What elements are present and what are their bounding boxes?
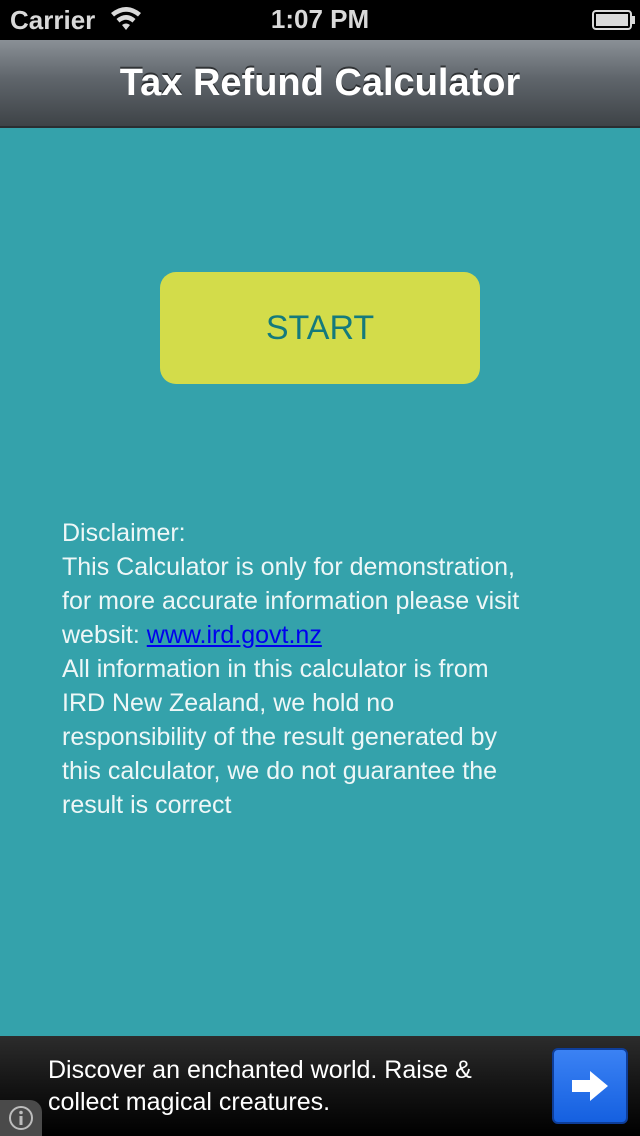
disclaimer-line: All information in this calculator is fr… [62, 655, 489, 683]
disclaimer-line: result is correct [62, 791, 232, 819]
disclaimer-link-prefix: websit: [62, 621, 147, 649]
status-time: 1:07 PM [270, 4, 370, 34]
disclaimer-line: responsibility of the result generated b… [62, 723, 497, 751]
ad-text-line: collect magical creatures. [48, 1088, 331, 1116]
disclaimer-line: this calculator, we do not guarantee the [62, 757, 498, 785]
page-title: Tax Refund Calculator [119, 62, 521, 104]
disclaimer-link-line: websit: www.ird.govt.nz [62, 618, 602, 652]
ad-text-line: Discover an enchanted world. Raise & [48, 1056, 472, 1084]
arrow-right-icon [572, 1071, 608, 1101]
info-glyph-icon [9, 1106, 33, 1130]
navigation-bar: Tax Refund Calculator [0, 40, 640, 128]
disclaimer-line: This Calculator is only for demonstratio… [62, 553, 515, 581]
info-icon[interactable] [0, 1100, 42, 1136]
start-button[interactable]: START [160, 272, 480, 384]
disclaimer-line: for more accurate information please vis… [62, 587, 520, 615]
ird-website-link[interactable]: www.ird.govt.nz [147, 621, 322, 649]
disclaimer-heading: Disclaimer: [62, 519, 186, 547]
ad-arrow-button[interactable] [552, 1048, 628, 1124]
ad-text[interactable]: Discover an enchanted world. Raise & col… [48, 1054, 538, 1118]
battery-icon [592, 10, 635, 30]
status-bar: Carrier 1:07 PM [0, 0, 640, 40]
disclaimer: Disclaimer: This Calculator is only for … [62, 516, 602, 822]
app-screen: Carrier 1:07 PM Tax Refund Calculator ST… [0, 0, 640, 1136]
disclaimer-line: IRD New Zealand, we hold no [62, 689, 395, 717]
ad-banner[interactable]: Discover an enchanted world. Raise & col… [0, 1036, 640, 1136]
